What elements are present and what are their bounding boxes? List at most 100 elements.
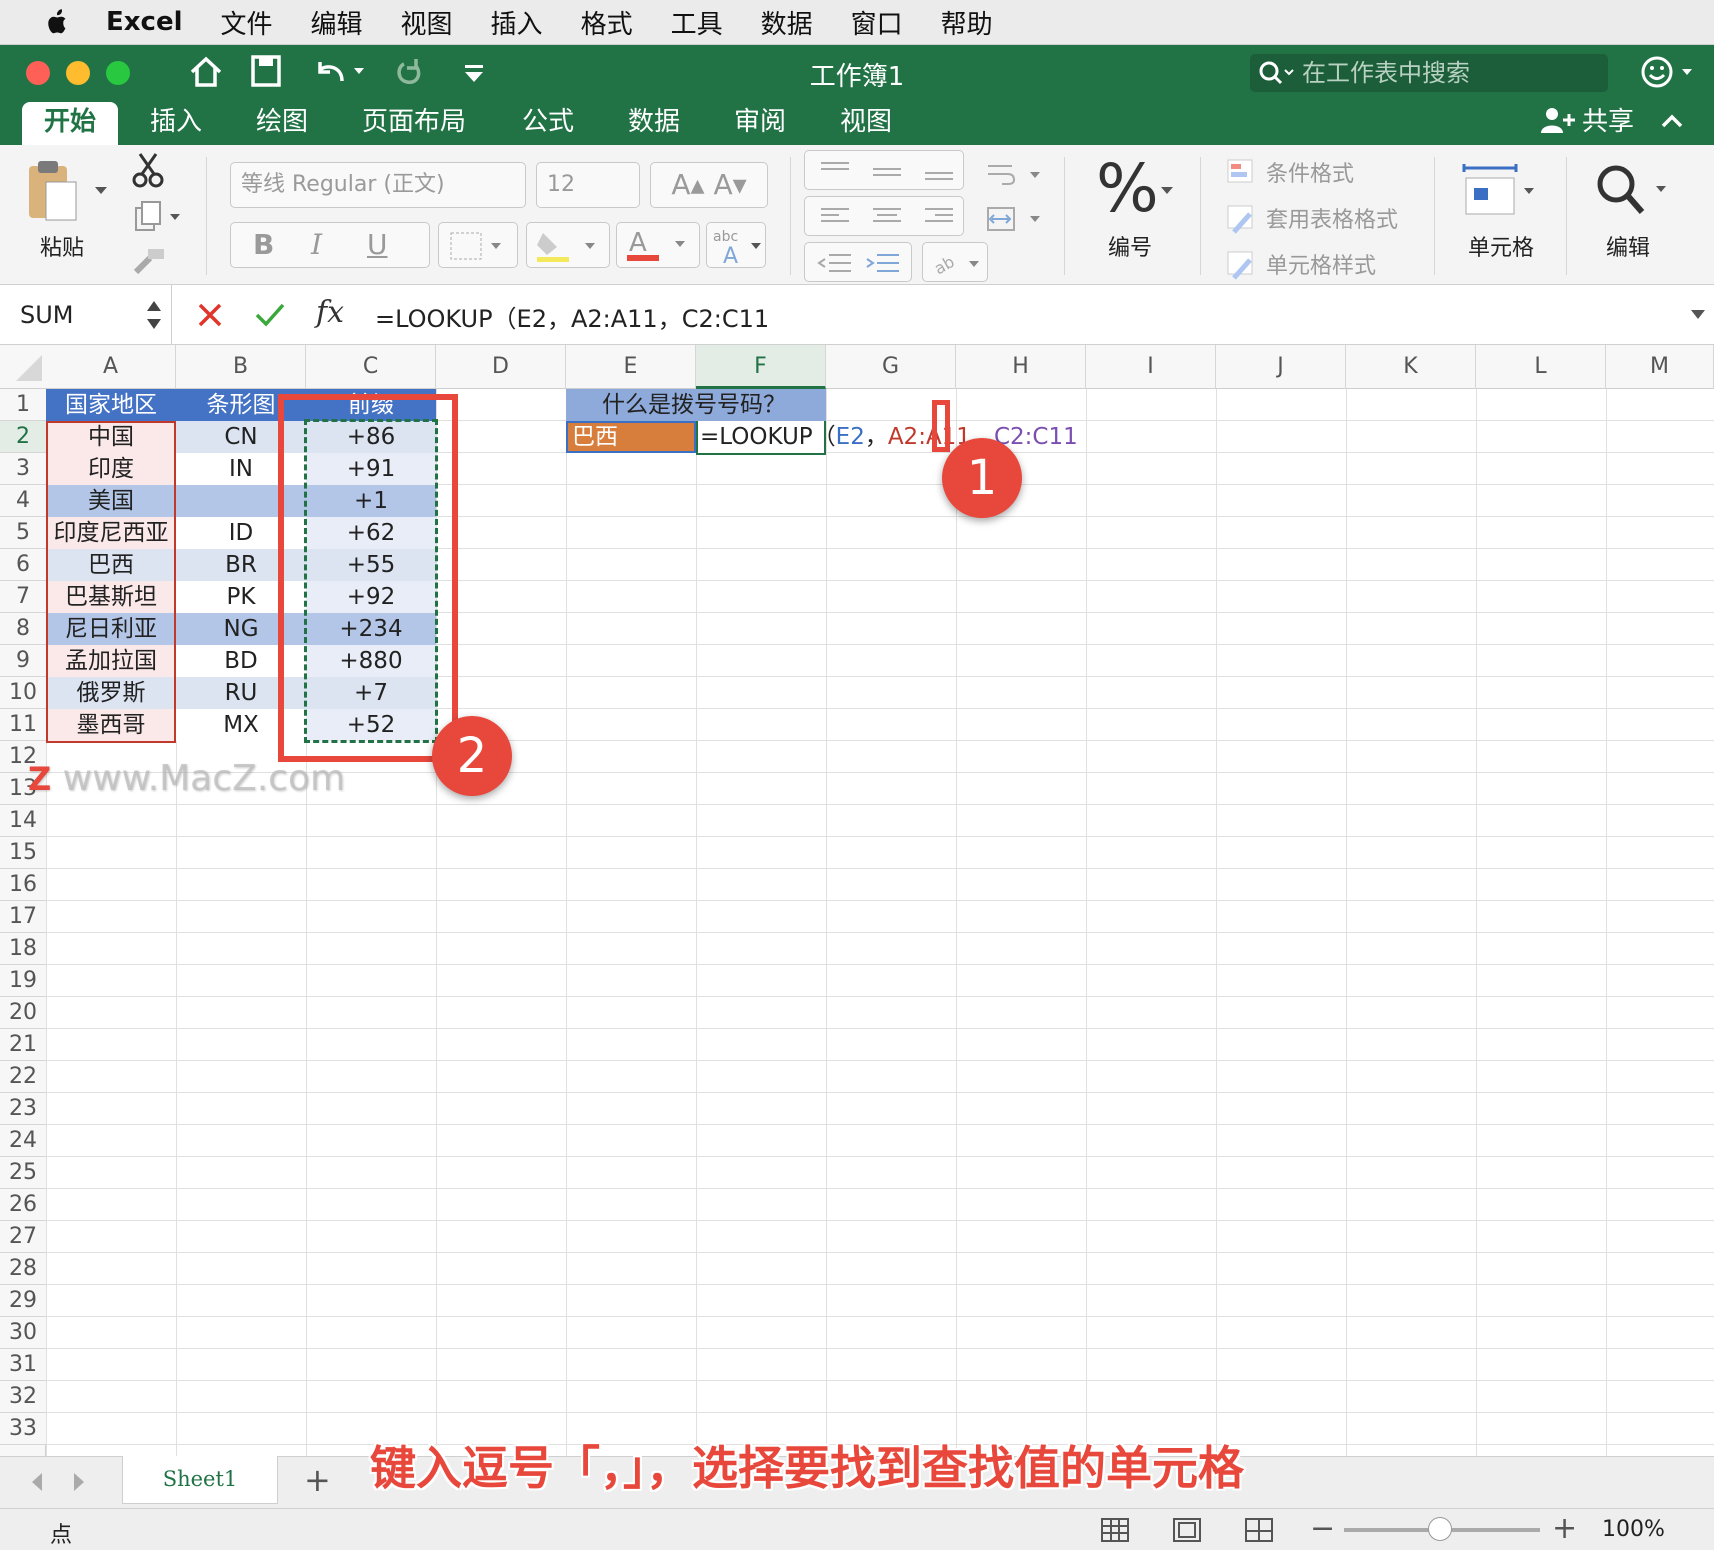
name-box-stepper-icon[interactable] bbox=[144, 295, 164, 335]
page-break-view-icon[interactable] bbox=[1244, 1517, 1274, 1543]
bold-button[interactable]: B bbox=[253, 223, 274, 267]
column-header-g[interactable]: G bbox=[826, 345, 956, 389]
tab-home[interactable]: 开始 bbox=[22, 102, 119, 146]
select-all-corner-icon[interactable] bbox=[14, 353, 44, 383]
underline-button[interactable]: U bbox=[367, 223, 388, 267]
row-header-7[interactable]: 7 bbox=[0, 581, 46, 613]
row-header-1[interactable]: 1 bbox=[0, 389, 46, 421]
zoom-out-button[interactable]: − bbox=[1310, 1511, 1335, 1546]
row-header-5[interactable]: 5 bbox=[0, 517, 46, 549]
lookup-question-cell[interactable]: 什么是拨号号码？ bbox=[566, 389, 826, 421]
column-header-h[interactable]: H bbox=[956, 345, 1086, 389]
row-header-27[interactable]: 27 bbox=[0, 1221, 46, 1253]
percent-icon[interactable]: % bbox=[1096, 150, 1159, 227]
row-header-16[interactable]: 16 bbox=[0, 869, 46, 901]
menu-edit[interactable]: 编辑 bbox=[311, 4, 363, 41]
row-header-17[interactable]: 17 bbox=[0, 901, 46, 933]
column-header-m[interactable]: M bbox=[1606, 345, 1714, 389]
wrap-text-icon[interactable] bbox=[984, 160, 1044, 190]
column-header-f[interactable]: F bbox=[696, 345, 826, 389]
row-header-32[interactable]: 32 bbox=[0, 1381, 46, 1413]
column-header-d[interactable]: D bbox=[436, 345, 566, 389]
font-size-grow-shrink[interactable]: A▴ A▾ bbox=[650, 162, 768, 208]
normal-view-icon[interactable] bbox=[1100, 1517, 1130, 1543]
font-name-select[interactable]: 等线 Regular (正文) bbox=[230, 162, 526, 208]
row-header-6[interactable]: 6 bbox=[0, 549, 46, 581]
enter-formula-icon[interactable] bbox=[254, 301, 286, 329]
column-header-a[interactable]: A bbox=[46, 345, 176, 389]
collapse-ribbon-icon[interactable] bbox=[1660, 112, 1684, 130]
row-header-24[interactable]: 24 bbox=[0, 1125, 46, 1157]
tab-draw[interactable]: 绘图 bbox=[256, 102, 308, 146]
expand-formula-icon[interactable] bbox=[1690, 309, 1706, 321]
row-header-21[interactable]: 21 bbox=[0, 1029, 46, 1061]
row-header-18[interactable]: 18 bbox=[0, 933, 46, 965]
row-header-28[interactable]: 28 bbox=[0, 1253, 46, 1285]
column-header-c[interactable]: C bbox=[306, 345, 436, 389]
zoom-slider-thumb[interactable] bbox=[1428, 1517, 1452, 1541]
row-header-23[interactable]: 23 bbox=[0, 1093, 46, 1125]
row-header-11[interactable]: 11 bbox=[0, 709, 46, 741]
row-header-22[interactable]: 22 bbox=[0, 1061, 46, 1093]
conditional-format-button[interactable]: 条件格式 bbox=[1266, 156, 1354, 188]
row-header-10[interactable]: 10 bbox=[0, 677, 46, 709]
row-header-14[interactable]: 14 bbox=[0, 805, 46, 837]
menu-excel[interactable]: Excel bbox=[106, 7, 183, 37]
add-person-icon[interactable] bbox=[1540, 106, 1576, 136]
orientation-button[interactable]: ab bbox=[922, 242, 988, 282]
row-header-19[interactable]: 19 bbox=[0, 965, 46, 997]
smiley-feedback-icon[interactable] bbox=[1640, 54, 1700, 90]
cell-styles-button[interactable]: 单元格样式 bbox=[1266, 248, 1376, 280]
menu-data[interactable]: 数据 bbox=[761, 4, 813, 41]
menu-window[interactable]: 窗口 bbox=[851, 4, 903, 41]
apple-icon[interactable] bbox=[38, 7, 78, 37]
row-header-25[interactable]: 25 bbox=[0, 1157, 46, 1189]
share-button[interactable]: 共享 bbox=[1582, 102, 1634, 146]
cells-icon[interactable] bbox=[1460, 160, 1540, 222]
row-header-15[interactable]: 15 bbox=[0, 837, 46, 869]
fill-color-button[interactable] bbox=[526, 222, 610, 268]
italic-button[interactable]: I bbox=[311, 223, 322, 267]
menu-help[interactable]: 帮助 bbox=[941, 4, 993, 41]
text-effects-button[interactable]: abc A bbox=[706, 222, 766, 268]
zoom-in-button[interactable]: + bbox=[1552, 1511, 1577, 1546]
column-header-i[interactable]: I bbox=[1086, 345, 1216, 389]
row-header-4[interactable]: 4 bbox=[0, 485, 46, 517]
column-header-k[interactable]: K bbox=[1346, 345, 1476, 389]
row-header-20[interactable]: 20 bbox=[0, 997, 46, 1029]
find-magnifier-icon[interactable] bbox=[1592, 162, 1672, 222]
row-header-29[interactable]: 29 bbox=[0, 1285, 46, 1317]
sheet-tab-sheet1[interactable]: Sheet1 bbox=[122, 1456, 278, 1504]
menu-view[interactable]: 视图 bbox=[401, 4, 453, 41]
paste-dropdown-icon[interactable] bbox=[94, 186, 108, 196]
page-layout-view-icon[interactable] bbox=[1172, 1517, 1202, 1543]
row-header-33[interactable]: 33 bbox=[0, 1413, 46, 1445]
add-sheet-button[interactable]: + bbox=[304, 1461, 331, 1499]
row-header-3[interactable]: 3 bbox=[0, 453, 46, 485]
number-format-dropdown-icon[interactable] bbox=[1160, 186, 1174, 196]
merge-cells-icon[interactable] bbox=[984, 204, 1044, 234]
column-header-l[interactable]: L bbox=[1476, 345, 1606, 389]
vertical-align-group[interactable] bbox=[804, 150, 964, 190]
formula-input[interactable]: =LOOKUP（E2，A2:A11，C2:C11 bbox=[375, 299, 769, 334]
row-header-9[interactable]: 9 bbox=[0, 645, 46, 677]
format-painter-icon[interactable] bbox=[132, 246, 168, 276]
cut-icon[interactable] bbox=[132, 152, 164, 188]
copy-icon[interactable] bbox=[132, 200, 180, 234]
menu-format[interactable]: 格式 bbox=[581, 4, 633, 41]
row-header-31[interactable]: 31 bbox=[0, 1349, 46, 1381]
table-format-button[interactable]: 套用表格格式 bbox=[1266, 202, 1398, 234]
menu-insert[interactable]: 插入 bbox=[491, 4, 543, 41]
row-header-26[interactable]: 26 bbox=[0, 1189, 46, 1221]
insert-function-button[interactable]: fx bbox=[316, 295, 344, 330]
header-country[interactable]: 国家地区 bbox=[46, 389, 176, 421]
row-header-2[interactable]: 2 bbox=[0, 421, 46, 453]
column-header-e[interactable]: E bbox=[566, 345, 696, 389]
menu-file[interactable]: 文件 bbox=[221, 4, 273, 41]
menu-tools[interactable]: 工具 bbox=[671, 4, 723, 41]
tab-page-layout[interactable]: 页面布局 bbox=[362, 102, 466, 146]
column-header-j[interactable]: J bbox=[1216, 345, 1346, 389]
row-header-8[interactable]: 8 bbox=[0, 613, 46, 645]
tab-review[interactable]: 审阅 bbox=[734, 102, 786, 146]
borders-button[interactable] bbox=[438, 222, 518, 268]
